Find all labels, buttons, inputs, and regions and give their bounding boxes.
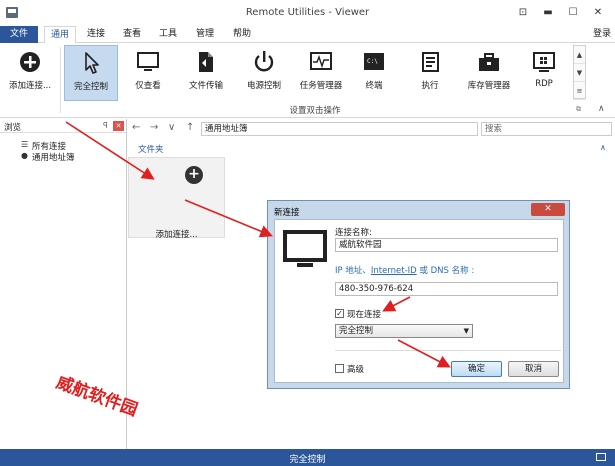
- view-only-button[interactable]: 仅查看: [122, 45, 174, 101]
- file-transfer-label: 文件传输: [188, 81, 223, 91]
- rdp-button[interactable]: RDP: [522, 45, 566, 101]
- connection-name-label: 连接名称:: [335, 228, 372, 238]
- login-button[interactable]: 登录: [593, 26, 611, 43]
- connect-now-checkbox[interactable]: ✓: [335, 309, 344, 318]
- full-control-label: 完全控制: [73, 82, 108, 92]
- tab-file[interactable]: 文件: [0, 26, 38, 43]
- back-icon[interactable]: ←: [132, 122, 140, 133]
- execute-label: 执行: [421, 81, 439, 91]
- collapse-section-icon[interactable]: ∧: [600, 143, 606, 152]
- advanced-label: 高级: [347, 365, 365, 375]
- status-window-icon[interactable]: [596, 453, 606, 461]
- file-transfer-icon: [199, 52, 213, 72]
- dialog-body: 连接名称: 威航软件园 IP 地址、Internet-ID 或 DNS 名称 :…: [274, 219, 564, 383]
- cancel-button[interactable]: 取消: [508, 361, 559, 377]
- ok-button[interactable]: 确定: [451, 361, 502, 377]
- monitor-icon: [137, 52, 159, 71]
- address-label-part: IP 地址、: [335, 266, 371, 276]
- inventory-icon: [479, 53, 499, 71]
- add-connection-button[interactable]: 添加连接...: [4, 45, 56, 101]
- dialog-title: 新连接: [274, 208, 300, 218]
- status-bar: 完全控制: [0, 449, 615, 466]
- tab-connection[interactable]: 连接: [80, 26, 112, 43]
- new-connection-dialog: 新连接 ✕ 连接名称: 威航软件园 IP 地址、Internet-ID 或 DN…: [267, 200, 570, 389]
- ribbon-gallery-scroll[interactable]: ▲ ▼ ≡: [573, 45, 586, 100]
- address-label-part: 或 DNS 名称 :: [416, 266, 475, 276]
- title-bar: Remote Utilities - Viewer ⊡ ▬ ☐ ✕: [0, 0, 615, 26]
- full-control-button[interactable]: 完全控制: [64, 45, 118, 101]
- plus-circle-icon: +: [185, 166, 203, 184]
- plus-circle-icon: [20, 52, 40, 72]
- tab-help[interactable]: 帮助: [226, 26, 258, 43]
- terminal-icon: C:\: [364, 53, 384, 70]
- tab-general[interactable]: 通用: [44, 26, 76, 44]
- task-manager-icon: [310, 52, 332, 70]
- search-input[interactable]: 搜索: [481, 122, 612, 136]
- list-icon: ☰: [21, 140, 29, 149]
- history-dropdown-icon[interactable]: ∨: [168, 122, 175, 133]
- connect-now-label: 现在连接: [347, 310, 382, 320]
- ribbon: 添加连接... 完全控制 仅查看 文件传输 电源控制 任务管理器 C:\ 终端 …: [0, 43, 615, 118]
- forward-icon[interactable]: →: [150, 122, 158, 133]
- task-manager-label: 任务管理器: [299, 81, 343, 91]
- address-book-icon: ●: [21, 151, 28, 160]
- chevron-down-icon: ▼: [463, 327, 469, 335]
- close-button[interactable]: ✕: [588, 5, 608, 21]
- inventory-manager-label: 库存管理器: [467, 81, 511, 91]
- cursor-icon: [85, 52, 99, 74]
- pin-icon[interactable]: ꟼ: [103, 121, 108, 130]
- connection-name-field[interactable]: 威航软件园: [335, 238, 558, 252]
- execute-button[interactable]: 执行: [408, 45, 452, 101]
- address-field[interactable]: 480-350-976-624: [335, 282, 558, 296]
- add-connection-label: 添加连接...: [8, 81, 52, 91]
- navigation-bar: ← → ∨ ↑ 通用地址簿 搜索: [128, 121, 615, 137]
- power-control-label: 电源控制: [246, 81, 281, 91]
- terminal-label: 终端: [365, 81, 383, 91]
- dialog-launcher-icon[interactable]: ⧉: [576, 105, 581, 114]
- add-connection-tile[interactable]: + 添加连接...: [128, 157, 225, 240]
- address-label: IP 地址、Internet-ID 或 DNS 名称 :: [335, 264, 474, 276]
- maximize-button[interactable]: ☐: [563, 5, 583, 21]
- panel-close-icon[interactable]: ✕: [113, 121, 124, 131]
- dialog-separator: [335, 350, 561, 351]
- connection-mode-value: 完全控制: [339, 326, 374, 336]
- browse-panel-header: 浏览 ꟼ ✕: [0, 119, 126, 133]
- minimize-button[interactable]: ▬: [538, 5, 558, 21]
- browse-panel-title: 浏览: [4, 123, 22, 133]
- rdp-label: RDP: [535, 79, 553, 89]
- ribbon-group-label: 设置双击操作: [289, 106, 341, 116]
- tree-item-address-book[interactable]: 通用地址簿: [32, 151, 75, 163]
- power-control-button[interactable]: 电源控制: [236, 45, 292, 101]
- tab-tools[interactable]: 工具: [152, 26, 184, 43]
- monitor-icon: [283, 230, 327, 267]
- ribbon-tabs: 文件 通用 连接 查看 工具 管理 帮助 登录: [0, 26, 615, 44]
- power-icon: [254, 51, 274, 72]
- task-manager-button[interactable]: 任务管理器: [292, 45, 350, 101]
- advanced-checkbox[interactable]: [335, 364, 344, 373]
- view-only-label: 仅查看: [135, 81, 161, 91]
- rdp-icon: [533, 52, 555, 72]
- tab-manage[interactable]: 管理: [188, 26, 222, 43]
- dialog-close-button[interactable]: ✕: [531, 203, 565, 216]
- execute-icon: [422, 52, 439, 72]
- terminal-button[interactable]: C:\ 终端: [352, 45, 396, 101]
- svg-text:C:\: C:\: [367, 58, 378, 65]
- internet-id-link[interactable]: Internet-ID: [371, 266, 417, 276]
- inventory-manager-button[interactable]: 库存管理器: [460, 45, 518, 101]
- folder-section-label: 文件夹: [138, 145, 164, 155]
- tile-label: 添加连接...: [155, 230, 198, 240]
- gallery-more-icon[interactable]: ≡: [574, 82, 585, 100]
- tab-view[interactable]: 查看: [116, 26, 148, 43]
- collapse-ribbon-icon[interactable]: ∧: [598, 104, 605, 114]
- up-icon[interactable]: ↑: [186, 122, 194, 133]
- gallery-down-icon[interactable]: ▼: [574, 64, 585, 82]
- connection-mode-select[interactable]: 完全控制 ▼: [335, 324, 473, 338]
- file-transfer-button[interactable]: 文件传输: [178, 45, 234, 101]
- address-field[interactable]: 通用地址簿: [201, 122, 478, 136]
- gallery-up-icon[interactable]: ▲: [574, 46, 585, 64]
- status-text: 完全控制: [289, 455, 326, 465]
- restore-layout-icon[interactable]: ⊡: [513, 5, 533, 21]
